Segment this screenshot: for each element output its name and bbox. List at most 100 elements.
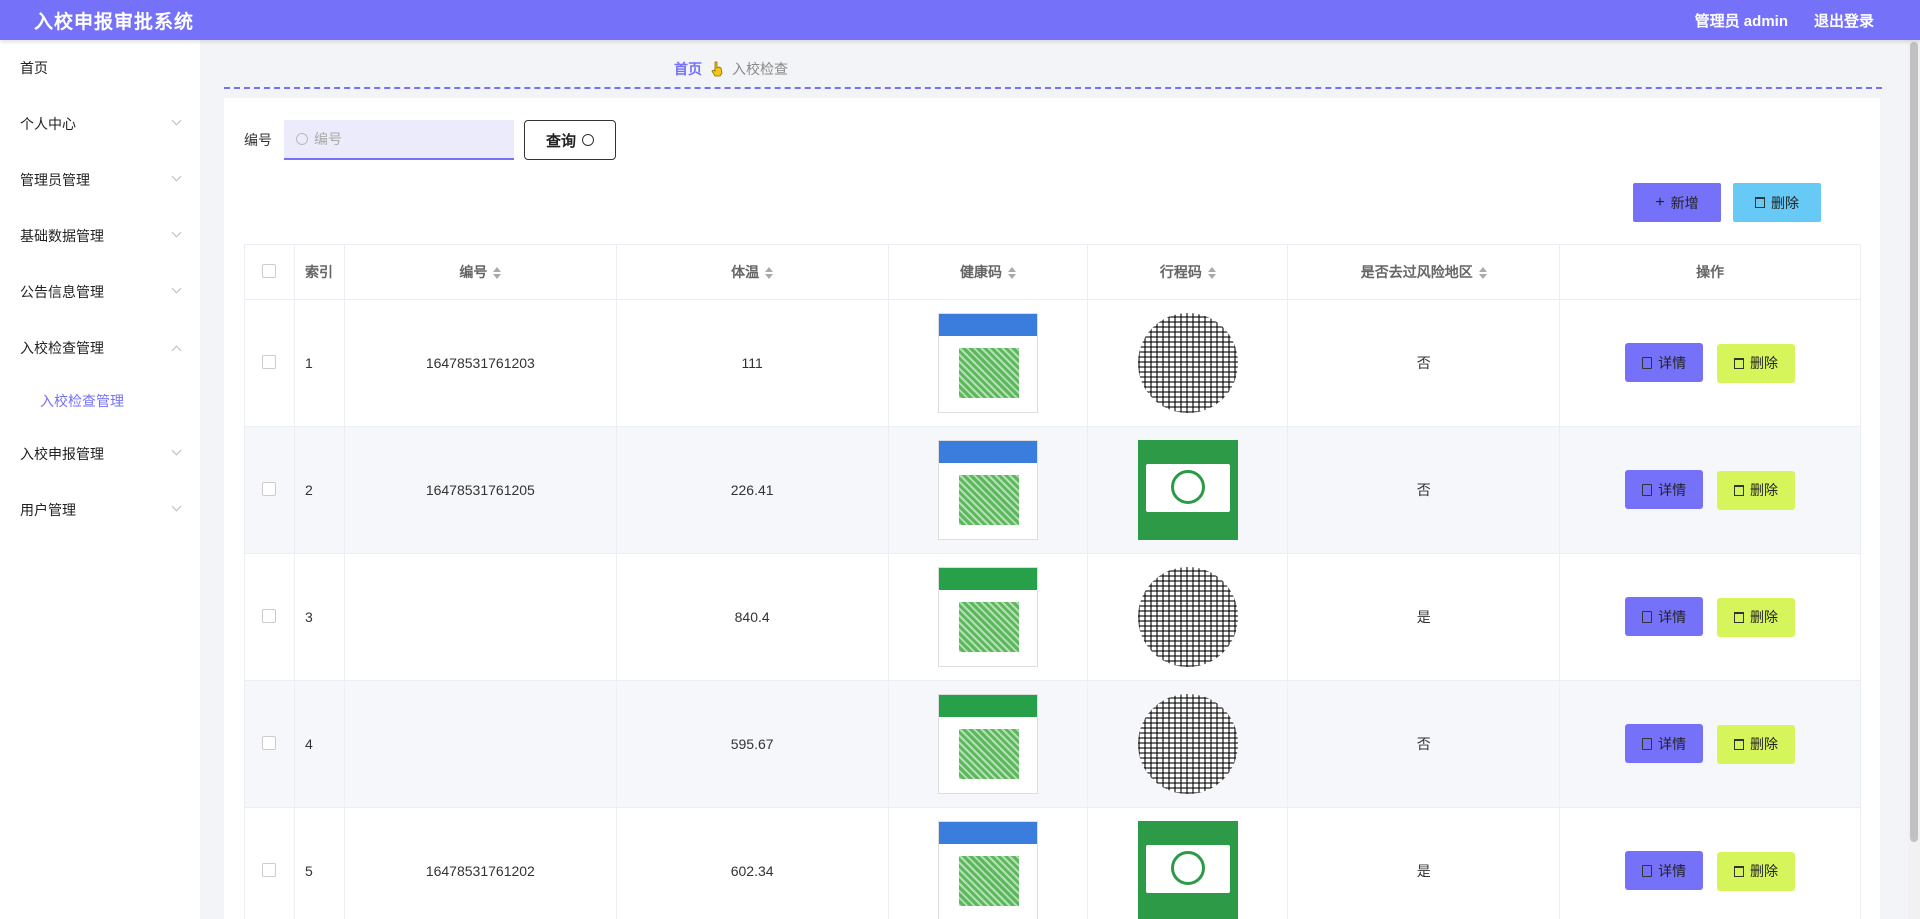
health-code-image [938, 694, 1038, 794]
table-row: 5 16478531761202 602.34 是 详情 删除 [244, 807, 1861, 919]
row-delete-button[interactable]: 删除 [1717, 597, 1795, 637]
sidebar-item-base-data[interactable]: 基础数据管理 [0, 208, 200, 264]
chevron-down-icon [171, 171, 182, 181]
health-code-image [938, 821, 1038, 919]
chevron-down-icon [171, 445, 182, 455]
search-icon [582, 134, 594, 146]
query-button[interactable]: 查询 [524, 120, 616, 160]
breadcrumb-home[interactable]: 首页 [674, 59, 702, 79]
detail-button[interactable]: 详情 [1625, 597, 1704, 637]
detail-button-label: 详情 [1658, 481, 1687, 498]
logout-link[interactable]: 退出登录 [1814, 10, 1874, 31]
user-area: 管理员 admin 退出登录 [1695, 10, 1874, 31]
search-icon [296, 133, 308, 145]
sidebar-item-entry-check[interactable]: 入校检查管理 [0, 320, 200, 376]
cell-risk: 否 [1287, 680, 1561, 808]
sidebar-item-label: 管理员管理 [20, 172, 90, 188]
sidebar: 首页 个人中心 管理员管理 基础数据管理 公告信息管理 入校检查管理 入校检查管… [0, 40, 200, 919]
trip-code-image [1137, 694, 1238, 794]
row-delete-label: 删除 [1750, 863, 1778, 880]
cell-id: 16478531761205 [343, 426, 617, 554]
trash-icon [1734, 357, 1744, 369]
sidebar-item-admin-management[interactable]: 管理员管理 [0, 152, 200, 208]
sidebar-item-entry-application[interactable]: 入校申报管理 [0, 426, 200, 482]
row-delete-button[interactable]: 删除 [1717, 343, 1795, 383]
cell-id [343, 680, 617, 808]
cell-risk: 否 [1287, 426, 1561, 554]
admin-username[interactable]: 管理员 admin [1695, 10, 1788, 31]
detail-button[interactable]: 详情 [1625, 724, 1704, 764]
document-icon [1642, 610, 1653, 623]
chevron-up-icon [171, 345, 182, 355]
page-scrollbar[interactable] [1908, 40, 1920, 919]
col-index: 索引 [293, 244, 345, 300]
plus-icon: + [1655, 193, 1665, 211]
add-button[interactable]: + 新增 [1633, 183, 1721, 222]
add-button-label: 新增 [1670, 194, 1699, 211]
health-code-image [938, 567, 1038, 667]
cell-risk: 是 [1287, 553, 1561, 681]
trip-code-image [1137, 821, 1238, 919]
row-delete-button[interactable]: 删除 [1717, 851, 1795, 891]
col-health-code-label: 健康码 [960, 264, 1002, 280]
sidebar-item-label: 个人中心 [20, 116, 76, 132]
trip-code-image [1137, 440, 1238, 540]
row-checkbox[interactable] [262, 354, 277, 369]
sidebar-item-label: 基础数据管理 [20, 228, 104, 244]
detail-button[interactable]: 详情 [1625, 851, 1704, 891]
row-delete-button[interactable]: 删除 [1717, 724, 1795, 764]
chevron-down-icon [171, 115, 182, 125]
sort-icon [1008, 267, 1016, 280]
col-temp-label: 体温 [731, 264, 760, 280]
cell-risk: 否 [1287, 299, 1561, 427]
cell-temp: 111 [615, 299, 889, 427]
search-input[interactable]: 编号 [284, 120, 514, 160]
sidebar-item-personal-center[interactable]: 个人中心 [0, 96, 200, 152]
cell-temp: 595.67 [615, 680, 889, 808]
col-temp[interactable]: 体温 [615, 244, 889, 300]
row-delete-button[interactable]: 删除 [1717, 470, 1795, 510]
cell-temp: 840.4 [615, 553, 889, 681]
health-code-image [938, 313, 1038, 413]
row-checkbox[interactable] [262, 481, 277, 496]
cell-temp: 602.34 [615, 807, 889, 919]
row-checkbox[interactable] [262, 608, 277, 623]
detail-button[interactable]: 详情 [1625, 470, 1704, 510]
detail-button-label: 详情 [1658, 735, 1687, 752]
toolbar-actions: + 新增 删除 [1633, 183, 1821, 222]
document-icon [1642, 356, 1653, 369]
top-header: 入校申报审批系统 管理员 admin 退出登录 [0, 0, 1920, 40]
document-icon [1642, 483, 1653, 496]
cell-index: 5 [293, 807, 345, 919]
cell-index: 3 [293, 553, 345, 681]
col-trip-code[interactable]: 行程码 [1087, 244, 1289, 300]
breadcrumb: 首页 入校检查 [674, 59, 788, 79]
row-checkbox[interactable] [262, 862, 277, 877]
row-checkbox[interactable] [262, 735, 277, 750]
sidebar-item-label: 入校申报管理 [20, 446, 104, 462]
bulk-delete-label: 删除 [1771, 194, 1799, 211]
trash-icon [1755, 197, 1765, 208]
select-all-checkbox[interactable] [262, 263, 277, 278]
sidebar-item-user-management[interactable]: 用户管理 [0, 482, 200, 538]
chevron-down-icon [171, 283, 182, 293]
scrollbar-thumb[interactable] [1910, 42, 1918, 842]
cell-risk: 是 [1287, 807, 1561, 919]
breadcrumb-current: 入校检查 [732, 61, 788, 77]
detail-button[interactable]: 详情 [1625, 343, 1704, 383]
bulk-delete-button[interactable]: 删除 [1733, 183, 1821, 222]
sidebar-subitem-entry-check[interactable]: 入校检查管理 [0, 376, 200, 426]
row-delete-label: 删除 [1750, 482, 1778, 499]
col-id[interactable]: 编号 [343, 244, 617, 300]
sidebar-item-announcements[interactable]: 公告信息管理 [0, 264, 200, 320]
row-delete-label: 删除 [1750, 355, 1778, 372]
sidebar-item-home[interactable]: 首页 [0, 40, 200, 96]
cell-id [343, 553, 617, 681]
col-risk-area[interactable]: 是否去过风险地区 [1287, 244, 1561, 300]
detail-button-label: 详情 [1658, 608, 1687, 625]
col-health-code[interactable]: 健康码 [887, 244, 1089, 300]
sidebar-item-label: 首页 [20, 60, 48, 76]
search-form: 编号 编号 查询 [244, 120, 616, 160]
cell-index: 2 [293, 426, 345, 554]
cell-id: 16478531761203 [343, 299, 617, 427]
